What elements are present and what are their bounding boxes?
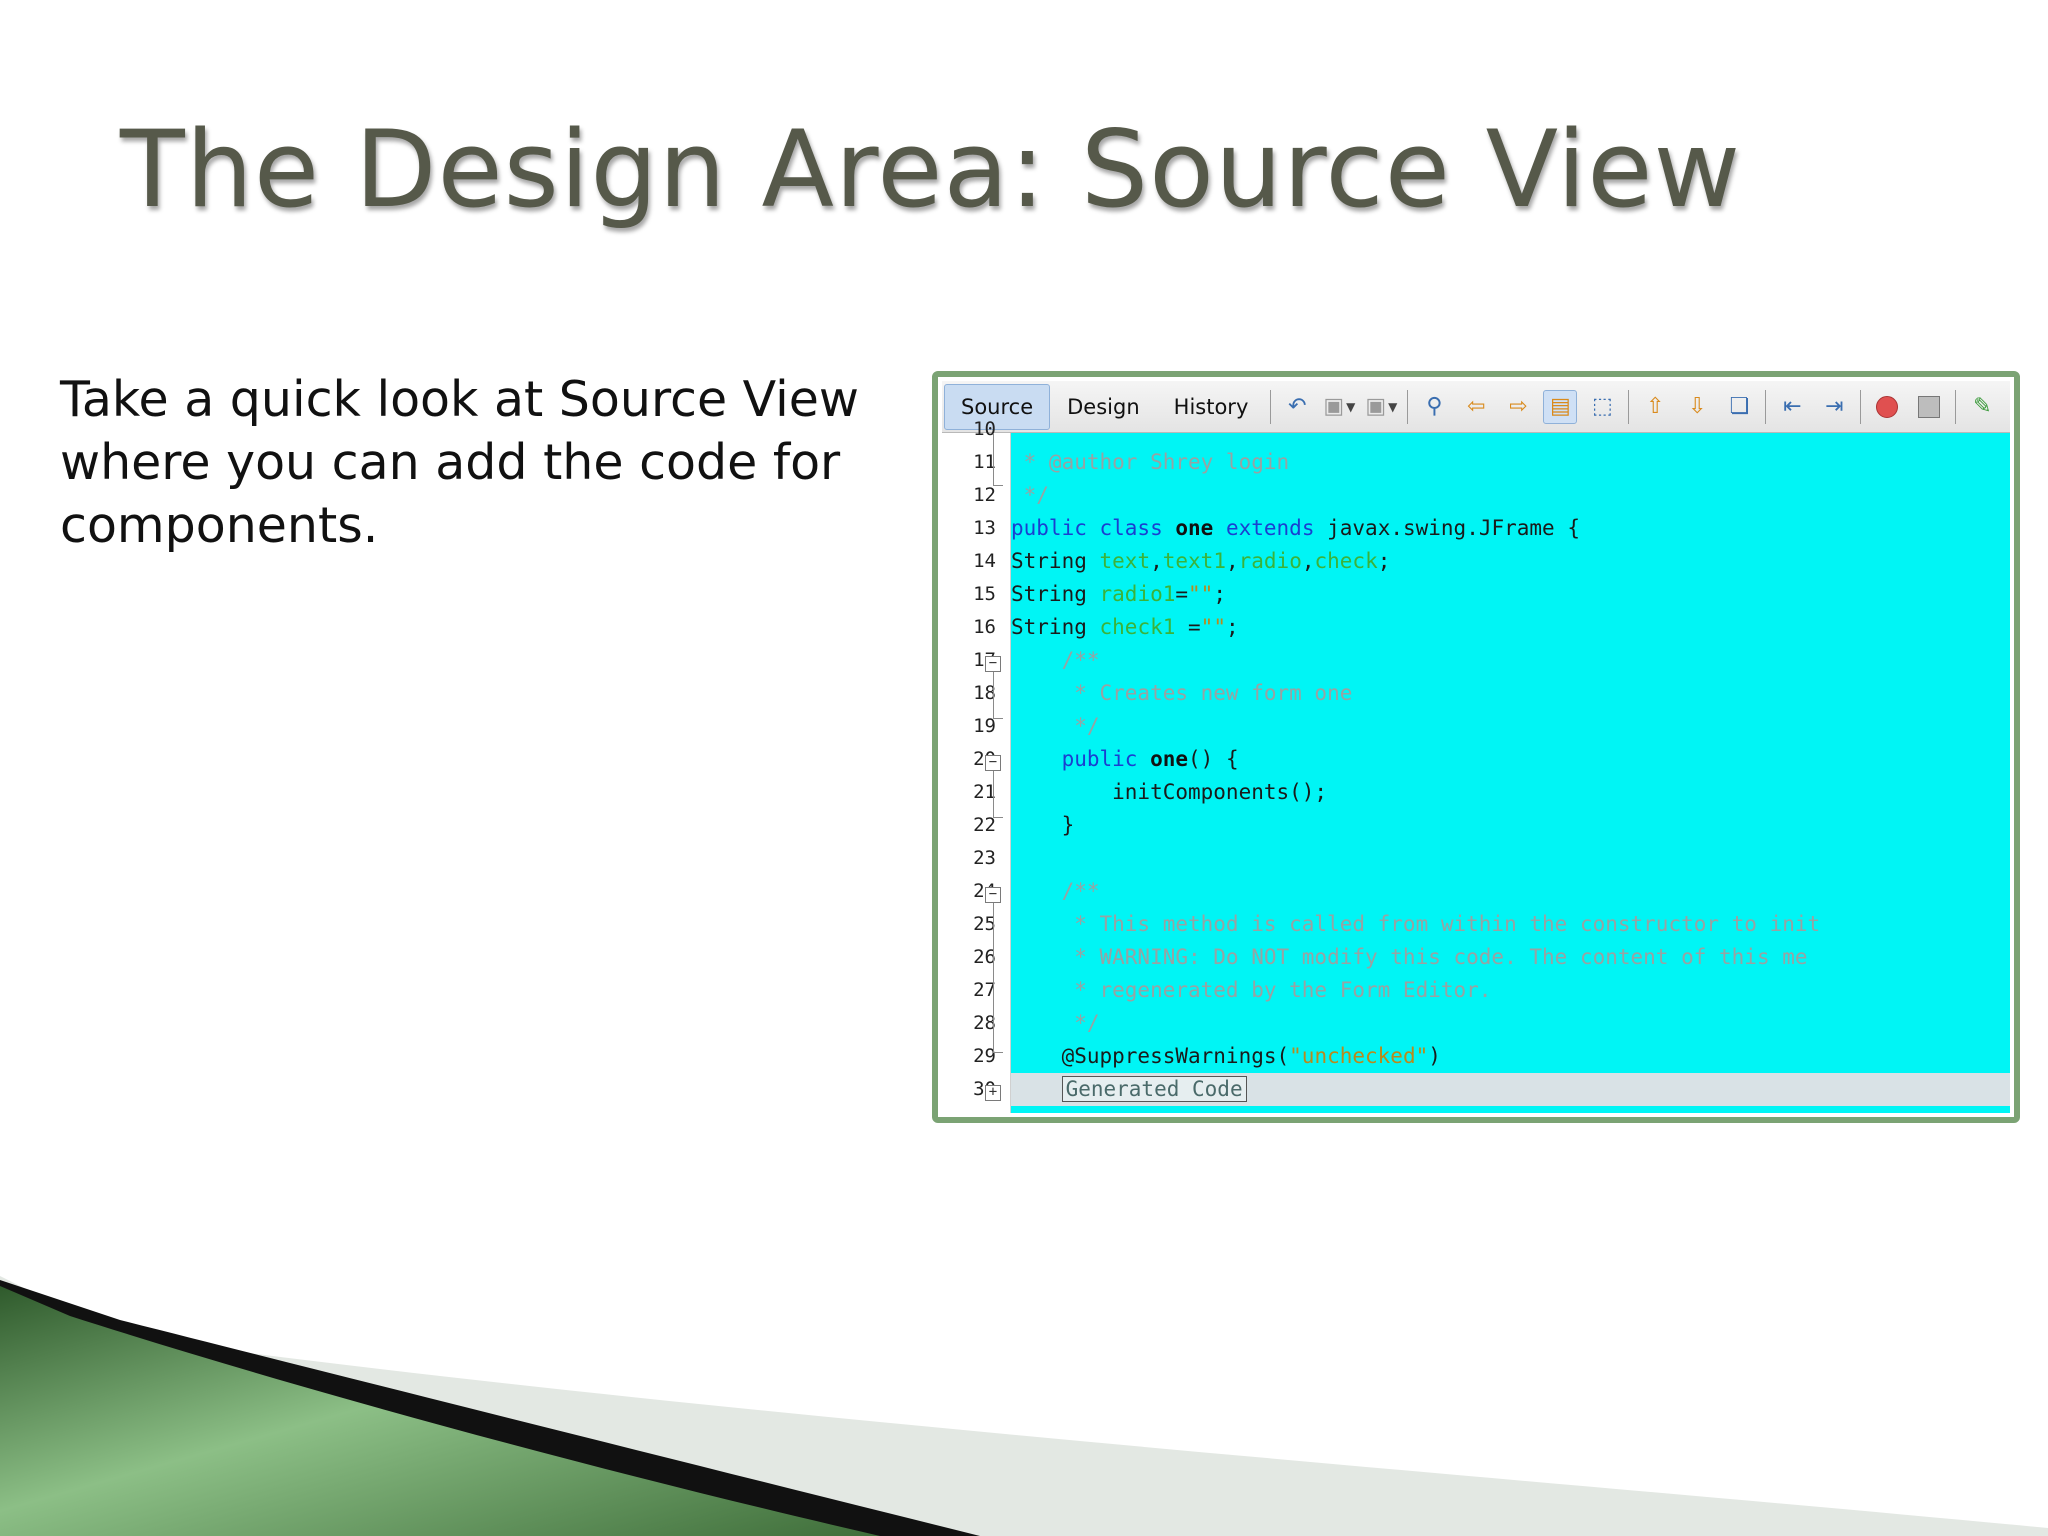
stop-macro-icon[interactable] [1912,390,1946,424]
fold-collapse-icon[interactable]: − [985,887,1001,903]
fold-guide [993,903,994,1052]
code-line: */ [1011,710,2010,743]
code-text: * @author Shrey login [1011,450,1290,474]
code-line: public class one extends javax.swing.JFr… [1011,516,1580,540]
code-line: */ [1011,479,2010,512]
shift-left-icon[interactable]: ⇤ [1775,390,1809,424]
code-line: } [1011,809,2010,842]
fold-guide [993,771,994,817]
fold-collapse-icon[interactable]: − [985,755,1001,771]
code-text: */ [1011,1011,1100,1035]
code-text: * This method is called from within the … [1011,912,1821,936]
generated-code-fold[interactable]: Generated Code [1061,1076,1247,1102]
next-bookmark-icon[interactable]: ⇩ [1680,390,1714,424]
toggle-highlight-icon[interactable]: ▤ [1543,389,1578,424]
code-text: */ [1011,483,1049,507]
code-line: * This method is called from within the … [1011,908,2010,941]
code-text: } [1011,813,1075,837]
code-line: @SuppressWarnings("unchecked") [1011,1044,1441,1068]
editor-toolbar: Source Design History ↶ ▣ ▼ ▣ ▼ ⚲ ⇦ ⇨ ▤ ⬚ … [942,381,2010,433]
shift-right-icon[interactable]: ⇥ [1817,390,1851,424]
code-line: /** [1011,875,2010,908]
toggle-bookmark-icon[interactable]: ❏ [1722,390,1756,424]
toggle-rectangular-selection-icon[interactable]: ⬚ [1585,390,1619,424]
fold-guide-end [993,817,1003,818]
code-editor[interactable]: * @author Shrey login */ public class on… [1011,433,2010,1113]
fold-guide [993,672,994,718]
code-text: * WARNING: Do NOT modify this code. The … [1011,945,1808,969]
line-number: 16 [973,616,996,638]
line-number: 14 [973,550,996,572]
code-line: String check1 =""; [1011,615,1239,639]
forward-icon[interactable]: ▣ ▼ [1364,390,1398,424]
tab-source[interactable]: Source [944,383,1051,430]
code-line: * regenerated by the Form Editor. [1011,974,2010,1007]
slide-body-text: Take a quick look at Source View where y… [60,371,859,554]
code-line: /** [1011,644,2010,677]
code-text: */ [1011,714,1100,738]
code-line: String text,text1,radio,check; [1011,549,1391,573]
code-text: * Creates new form one [1011,681,1353,705]
decorative-corner-swoosh [0,1276,2048,1536]
find-icon[interactable]: ⚲ [1417,390,1451,424]
line-number: 23 [973,847,996,869]
find-previous-icon[interactable]: ⇦ [1459,390,1493,424]
previous-bookmark-icon[interactable]: ⇧ [1638,390,1672,424]
ide-screenshot-frame: Source Design History ↶ ▣ ▼ ▣ ▼ ⚲ ⇦ ⇨ ▤ ⬚ … [932,371,2020,1123]
line-number: 13 [973,517,996,539]
fold-guide-end [993,718,1003,719]
back-icon[interactable]: ▣ ▼ [1322,390,1356,424]
tab-history[interactable]: History [1157,384,1266,430]
fold-guide-end [993,485,1003,486]
code-text: * regenerated by the Form Editor. [1011,978,1492,1002]
line-number: 15 [973,583,996,605]
code-line: String radio1=""; [1011,582,1226,606]
code-line: */ [1011,1007,2010,1040]
tab-design[interactable]: Design [1050,384,1157,430]
toolbar-separator [1860,389,1862,424]
code-text: /** [1011,879,1100,903]
code-text: /** [1011,648,1100,672]
fold-guide [993,433,994,485]
last-edit-icon[interactable]: ↶ [1280,390,1314,424]
fold-guide-end [993,1052,1003,1053]
code-line: public one() { [1061,747,1239,771]
code-line: * Creates new form one [1011,677,2010,710]
slide-title: The Design Area: Source View [120,108,1742,231]
toolbar-separator [1270,389,1272,424]
line-number: 31 [973,1106,996,1113]
start-macro-icon[interactable] [1870,390,1904,424]
fold-expand-icon[interactable]: + [985,1085,1001,1101]
code-text: initComponents(); [1011,780,1328,804]
code-line-folded[interactable]: Generated Code [1011,1073,2010,1106]
code-line: initComponents(); [1011,776,2010,809]
fold-collapse-icon[interactable]: − [985,656,1001,672]
comment-icon[interactable]: ✎ [1965,390,1999,424]
toolbar-separator [1765,389,1767,424]
toolbar-separator [1955,389,1957,424]
find-next-icon[interactable]: ⇨ [1501,390,1535,424]
line-number-gutter: 10 11 12 13 14 15 16 17 18 19 20 21 22 2… [942,418,1011,1113]
toolbar-separator [1628,389,1630,424]
netbeans-editor: Source Design History ↶ ▣ ▼ ▣ ▼ ⚲ ⇦ ⇨ ▤ ⬚ … [942,381,2010,1113]
code-line: * @author Shrey login [1011,446,2010,479]
toolbar-separator [1407,389,1409,424]
code-line: * WARNING: Do NOT modify this code. The … [1011,941,2010,974]
